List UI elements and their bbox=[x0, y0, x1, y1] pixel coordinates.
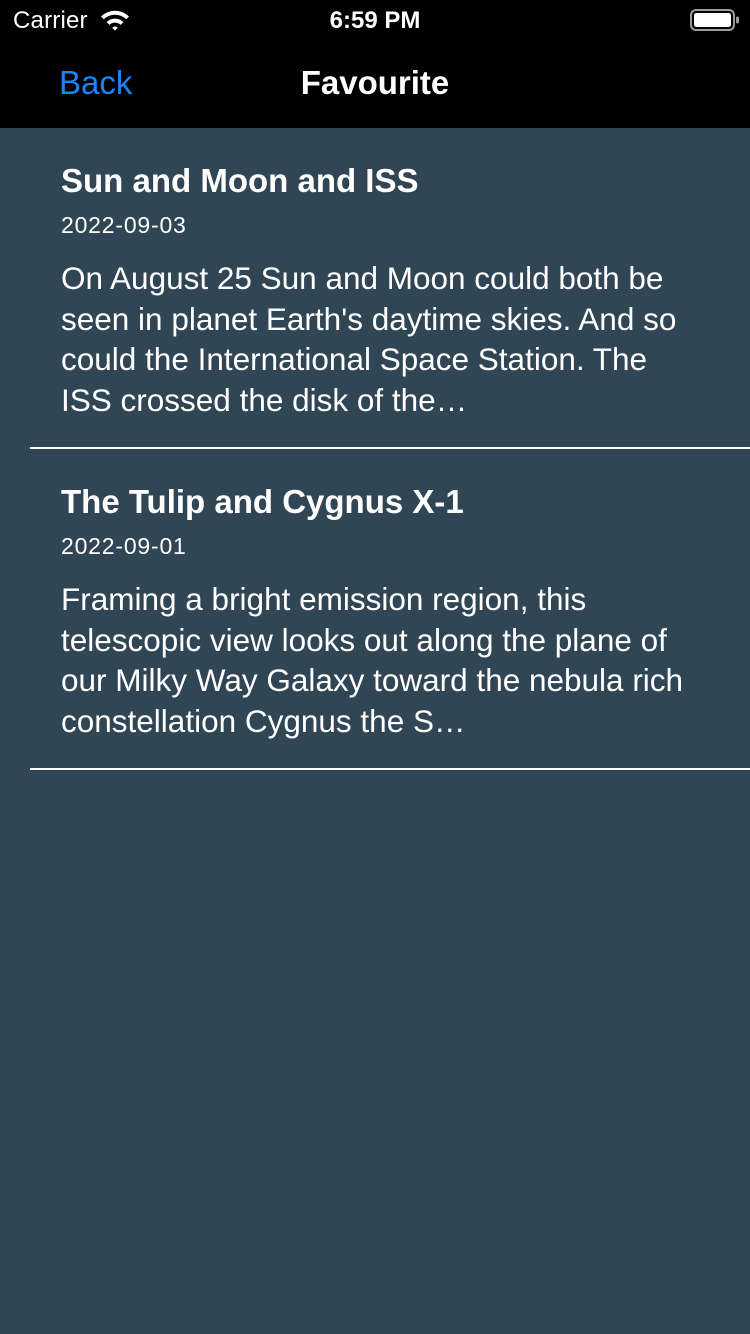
item-title: Sun and Moon and ISS bbox=[61, 162, 419, 199]
list-item[interactable]: The Tulip and Cygnus X-1 2022-09-01 Fram… bbox=[0, 449, 750, 770]
item-title: The Tulip and Cygnus X-1 bbox=[61, 483, 464, 520]
battery-icon bbox=[690, 8, 740, 32]
list-item[interactable]: Sun and Moon and ISS 2022-09-03 On Augus… bbox=[0, 128, 750, 449]
status-time: 6:59 PM bbox=[329, 7, 421, 34]
row-separator bbox=[30, 768, 750, 770]
item-description: Framing a bright emission region, this t… bbox=[61, 581, 684, 739]
status-bar: Carrier 6:59 PM bbox=[0, 0, 750, 40]
navigation-bar: Back Favourite bbox=[0, 40, 750, 128]
item-description: On August 25 Sun and Moon could both be … bbox=[61, 260, 677, 418]
favourites-list: Sun and Moon and ISS 2022-09-03 On Augus… bbox=[0, 128, 750, 770]
item-date: 2022-09-01 bbox=[61, 533, 187, 559]
page-title: Favourite bbox=[300, 64, 450, 101]
item-date: 2022-09-03 bbox=[61, 212, 187, 238]
